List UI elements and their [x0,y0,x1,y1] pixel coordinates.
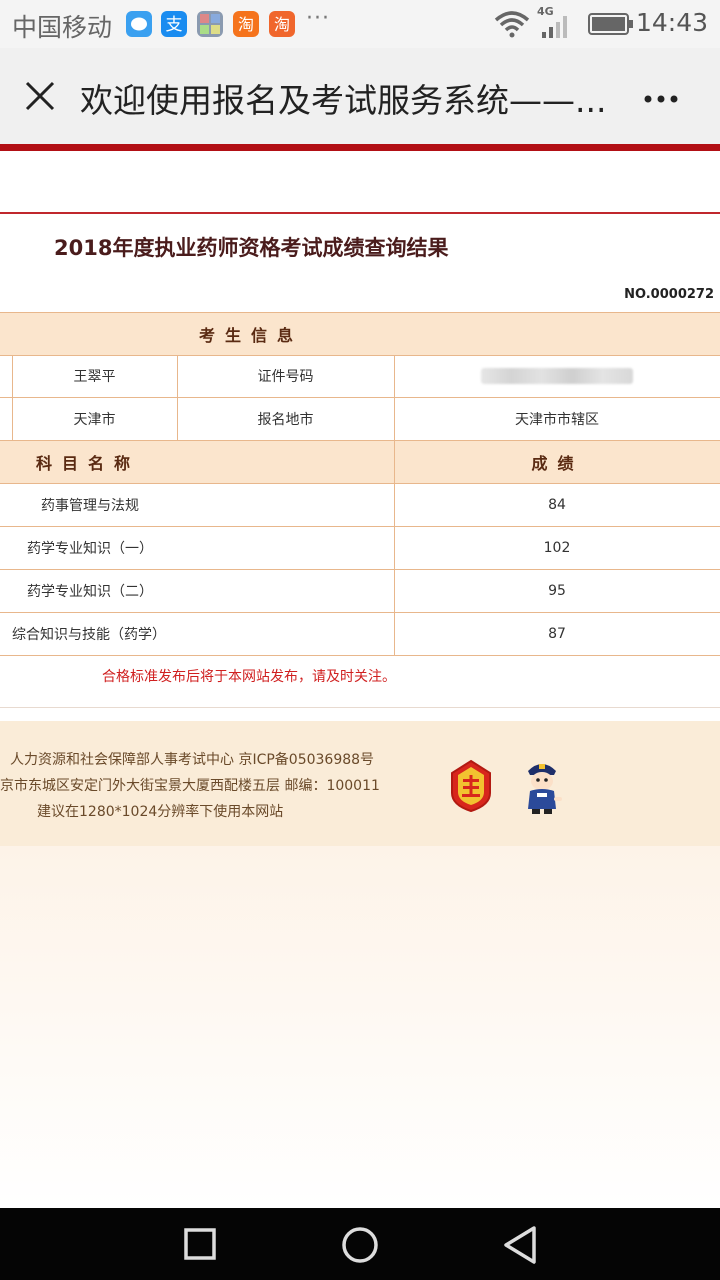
svg-text:淘: 淘 [238,15,254,34]
system-navigation-bar [0,1208,720,1280]
table-row: 药学专业知识（二） 95 [0,570,720,613]
id-number-label: 证件号码 [257,369,314,385]
header-red-bar [0,144,720,151]
carrier-label: 中国移动 [12,13,113,42]
table-row: 王翠平 证件号码 [0,355,720,398]
clock: 14:43 [635,8,708,37]
taobao-icon: 淘 [269,11,295,37]
page-title: 2018年度执业药师资格考试成绩查询结果 [54,236,449,260]
battery-icon [588,12,634,40]
subject-name: 药事管理与法规 [41,498,139,514]
footer: 人力资源和社会保障部人事考试中心 京ICP备05036988号 京市东城区安定门… [0,721,720,846]
subject-name: 药学专业知识（二） [27,584,153,600]
divider [0,707,720,708]
registration-city-label: 报名地市 [257,412,314,428]
page-title-bar: 欢迎使用报名及考试服务系统——... [80,81,607,120]
subject-score: 84 [548,497,566,513]
subject-header: 科目名称 [0,441,394,483]
wifi-icon [494,10,530,42]
photo-icon [197,11,223,37]
score-header: 成绩 [395,441,720,483]
page-background [0,846,720,1208]
police-mascot-icon[interactable] [518,757,566,819]
message-icon [126,11,152,37]
subject-name: 药学专业知识（一） [27,541,153,557]
footer-org-line: 人力资源和社会保障部人事考试中心 京ICP备05036988号 [10,752,375,768]
candidate-info-header: 考生信息 [199,326,304,345]
score-header-row: 科目名称 成绩 [0,441,720,484]
registration-city-value: 天津市市辖区 [515,412,599,428]
subject-score: 95 [548,583,566,599]
subject-name: 综合知识与技能（药学） [12,627,166,643]
alipay-icon: 支 [161,11,187,37]
table-row: 天津市 报名地市 天津市市辖区 [0,398,720,441]
candidate-city: 天津市 [73,412,116,428]
home-icon[interactable] [341,1226,379,1268]
svg-text:淘: 淘 [274,15,290,34]
footer-address-line: 京市东城区安定门外大街宝景大厦西配楼五层 邮编：100011 [0,778,380,794]
table-row: 药学专业知识（一） 102 [0,527,720,570]
more-notifications-icon: ··· [306,6,330,31]
signal-icon [540,14,572,42]
taobao-icon: 淘 [233,11,259,37]
title-bar: 欢迎使用报名及考试服务系统——... [0,48,720,144]
redacted-id-number [481,368,633,384]
back-icon[interactable] [502,1225,538,1269]
status-bar: 中国移动 支 淘 淘 ··· 4G 14:43 [0,0,720,48]
svg-text:支: 支 [166,15,183,35]
recent-apps-icon[interactable] [183,1227,217,1265]
subject-score: 87 [548,626,566,642]
candidate-info-header-row: 考生信息 [0,312,720,356]
subject-score: 102 [543,540,571,556]
notice-text: 合格标准发布后将于本网站发布，请及时关注。 [102,669,396,685]
table-row: 综合知识与技能（药学） 87 [0,613,720,656]
more-menu-icon[interactable] [643,90,683,109]
footer-resolution-line: 建议在1280*1024分辨率下使用本网站 [37,804,284,820]
serial-number: NO.0000272 [624,287,714,302]
header-red-line [0,212,720,214]
candidate-name: 王翠平 [73,369,116,385]
close-icon[interactable] [22,78,58,118]
emblem-icon[interactable] [450,759,492,817]
id-number-value [394,355,720,397]
table-row: 药事管理与法规 84 [0,484,720,527]
